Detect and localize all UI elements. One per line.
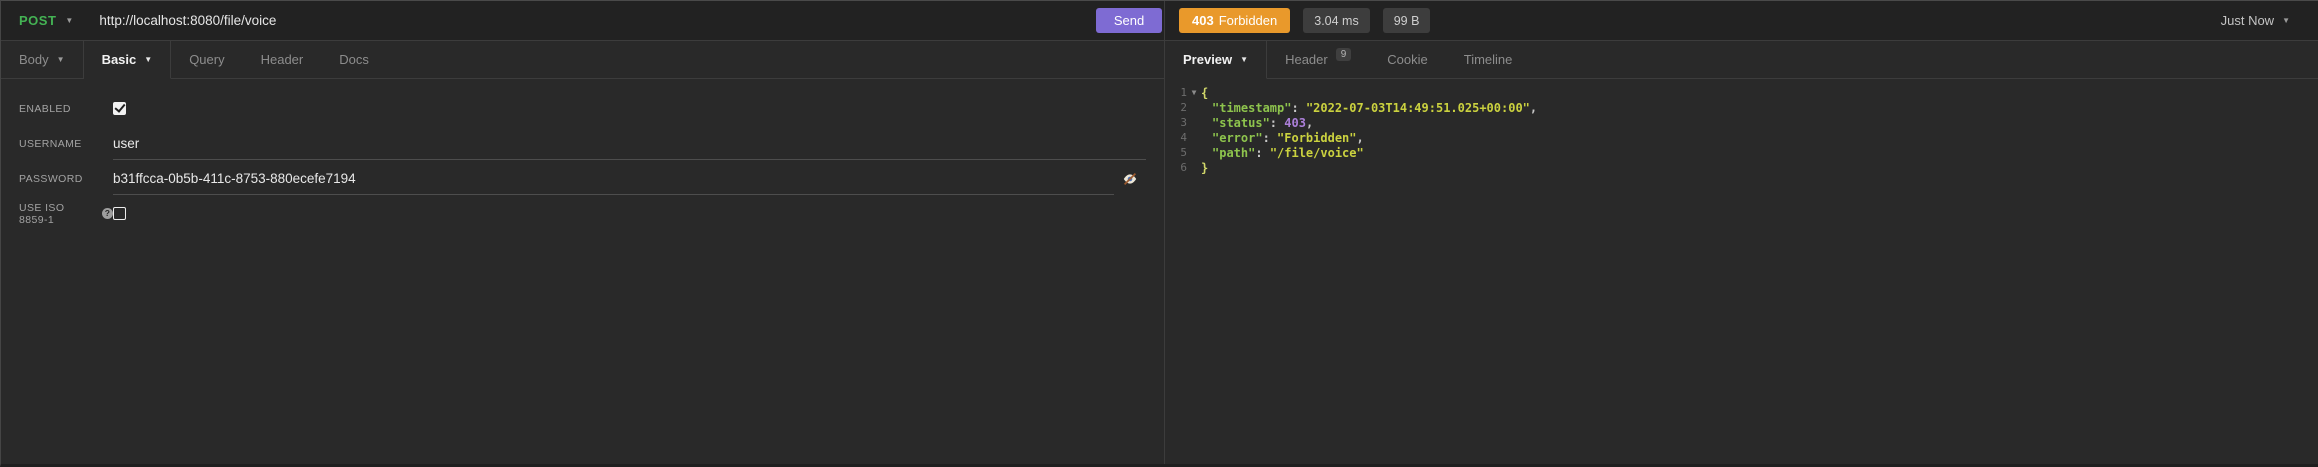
- tab-preview[interactable]: Preview ▼: [1165, 41, 1267, 79]
- chevron-down-icon: ▼: [1240, 56, 1248, 64]
- code-tokens: "status": 403,: [1201, 116, 1313, 130]
- line-number: 3: [1165, 116, 1187, 129]
- code-tokens: "path": "/file/voice": [1201, 146, 1364, 160]
- iso-label: USE ISO 8859-1 ?: [19, 202, 113, 226]
- api-client-window: POST ▼ http://localhost:8080/file/voice …: [0, 0, 2318, 467]
- response-size-badge: 99 B: [1383, 8, 1431, 33]
- fold-toggle-icon[interactable]: ▼: [1187, 88, 1201, 97]
- response-pane: 403 Forbidden 3.04 ms 99 B Just Now ▼ Pr…: [1165, 1, 2318, 464]
- enabled-checkbox[interactable]: [113, 102, 126, 115]
- response-history-dropdown[interactable]: Just Now ▼: [2221, 13, 2290, 28]
- help-icon[interactable]: ?: [102, 208, 113, 219]
- username-row: USERNAME user: [1, 126, 1164, 161]
- code-line: 4 "error": "Forbidden",: [1165, 130, 2318, 145]
- status-text: Forbidden: [1219, 13, 1278, 28]
- response-recency-label: Just Now: [2221, 13, 2274, 28]
- tab-basic[interactable]: Basic ▼: [84, 41, 172, 79]
- request-url-bar: POST ▼ http://localhost:8080/file/voice …: [1, 1, 1164, 41]
- tabbar-filler: [1530, 41, 2318, 79]
- send-button[interactable]: Send: [1096, 8, 1162, 33]
- tab-docs-label: Docs: [339, 52, 369, 67]
- line-number: 2: [1165, 101, 1187, 114]
- username-label: USERNAME: [19, 138, 113, 150]
- code-tokens: }: [1201, 161, 1208, 175]
- line-number: 4: [1165, 131, 1187, 144]
- code-tokens: "timestamp": "2022-07-03T14:49:51.025+00…: [1201, 101, 1537, 115]
- tab-header-label: Header: [261, 52, 304, 67]
- chevron-down-icon: ▼: [144, 56, 152, 64]
- iso-checkbox[interactable]: [113, 207, 126, 220]
- chevron-down-icon[interactable]: ▼: [65, 17, 73, 25]
- tabbar-filler: [387, 41, 1164, 79]
- enabled-label: ENABLED: [19, 103, 113, 115]
- http-method-dropdown[interactable]: POST: [19, 13, 56, 28]
- tab-basic-label: Basic: [102, 52, 137, 67]
- chevron-down-icon: ▼: [57, 56, 65, 64]
- eye-off-icon[interactable]: [1122, 171, 1138, 187]
- chevron-down-icon: ▼: [2282, 17, 2290, 25]
- tab-preview-label: Preview: [1183, 52, 1232, 67]
- response-status-bar: 403 Forbidden 3.04 ms 99 B Just Now ▼: [1165, 1, 2318, 41]
- status-badge: 403 Forbidden: [1179, 8, 1290, 33]
- status-code: 403: [1192, 13, 1214, 28]
- password-row: PASSWORD b31ffcca-0b5b-411c-8753-880ecef…: [1, 161, 1164, 196]
- tab-cookie-label: Cookie: [1387, 52, 1427, 67]
- basic-auth-form: ENABLED USERNAME user PASSWORD b31ffcca-…: [1, 79, 1164, 464]
- code-tokens: {: [1201, 86, 1208, 100]
- header-count-badge: 9: [1336, 48, 1352, 61]
- tab-timeline[interactable]: Timeline: [1446, 41, 1531, 79]
- code-line: 2 "timestamp": "2022-07-03T14:49:51.025+0…: [1165, 100, 2318, 115]
- tab-body[interactable]: Body ▼: [1, 41, 84, 79]
- username-input[interactable]: user: [113, 127, 1146, 160]
- password-label: PASSWORD: [19, 173, 113, 185]
- tab-docs[interactable]: Docs: [321, 41, 387, 79]
- enabled-row: ENABLED: [1, 91, 1164, 126]
- request-pane: POST ▼ http://localhost:8080/file/voice …: [1, 1, 1164, 464]
- iso-row: USE ISO 8859-1 ?: [1, 196, 1164, 231]
- response-time-badge: 3.04 ms: [1303, 8, 1369, 33]
- tab-body-label: Body: [19, 52, 49, 67]
- password-input[interactable]: b31ffcca-0b5b-411c-8753-880ecefe7194: [113, 162, 1114, 195]
- tab-response-header-label: Header: [1285, 52, 1328, 67]
- tab-timeline-label: Timeline: [1464, 52, 1513, 67]
- line-number: 6: [1165, 161, 1187, 174]
- tab-response-header[interactable]: Header 9: [1267, 41, 1369, 79]
- response-body-code: 1▼{2 "timestamp": "2022-07-03T14:49:51.02…: [1165, 79, 2318, 464]
- code-tokens: "error": "Forbidden",: [1201, 131, 1364, 145]
- tab-header[interactable]: Header: [243, 41, 322, 79]
- code-line: 6}: [1165, 160, 2318, 175]
- code-line: 1▼{: [1165, 85, 2318, 100]
- tab-query-label: Query: [189, 52, 224, 67]
- tab-cookie[interactable]: Cookie: [1369, 41, 1445, 79]
- request-tabbar: Body ▼ Basic ▼ Query Header Docs: [1, 41, 1164, 79]
- line-number: 1: [1165, 86, 1187, 99]
- code-line: 5 "path": "/file/voice": [1165, 145, 2318, 160]
- response-tabbar: Preview ▼ Header 9 Cookie Timeline: [1165, 41, 2318, 79]
- line-number: 5: [1165, 146, 1187, 159]
- url-input[interactable]: http://localhost:8080/file/voice: [99, 13, 1096, 28]
- code-line: 3 "status": 403,: [1165, 115, 2318, 130]
- tab-query[interactable]: Query: [171, 41, 242, 79]
